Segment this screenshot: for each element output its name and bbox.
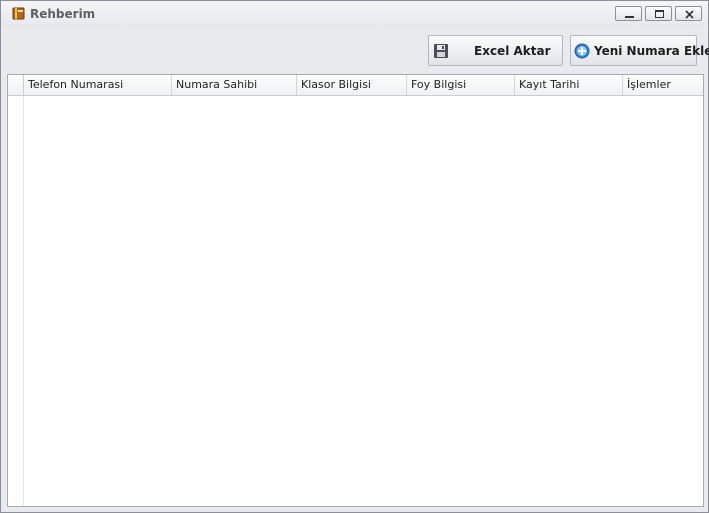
minimize-icon — [625, 16, 634, 18]
book-icon — [12, 7, 25, 20]
floppy-disk-icon — [434, 44, 448, 58]
column-header-file[interactable]: Foy Bilgisi — [407, 75, 515, 95]
title-bar[interactable]: Rehberim — [1, 1, 708, 27]
grid-header: Telefon Numarasi Numara Sahibi Klasor Bi… — [8, 75, 703, 96]
column-header-record-date[interactable]: Kayıt Tarihi — [515, 75, 623, 95]
column-header-folder[interactable]: Klasor Bilgisi — [297, 75, 407, 95]
close-icon — [685, 10, 694, 19]
row-indicator-column — [8, 96, 24, 506]
column-header-owner[interactable]: Numara Sahibi — [172, 75, 297, 95]
row-indicator-header — [8, 75, 24, 95]
add-number-button[interactable]: Yeni Numara Ekle — [570, 35, 709, 66]
add-number-label: Yeni Numara Ekle — [594, 44, 709, 58]
main-window: Rehberim Excel Aktar Yeni Numara Ekle Te… — [0, 0, 709, 513]
data-grid[interactable]: Telefon Numarasi Numara Sahibi Klasor Bi… — [7, 74, 704, 507]
maximize-icon — [655, 10, 664, 18]
column-header-phone[interactable]: Telefon Numarasi — [24, 75, 172, 95]
close-button[interactable] — [675, 6, 702, 21]
maximize-button[interactable] — [645, 6, 672, 21]
minimize-button[interactable] — [615, 6, 642, 21]
plus-circle-icon — [574, 43, 590, 59]
window-title: Rehberim — [30, 7, 96, 21]
excel-export-label: Excel Aktar — [474, 44, 551, 58]
toolbar: Excel Aktar Yeni Numara Ekle — [7, 28, 709, 74]
column-header-actions[interactable]: İşlemler — [623, 75, 703, 95]
excel-export-button[interactable]: Excel Aktar — [428, 35, 563, 66]
